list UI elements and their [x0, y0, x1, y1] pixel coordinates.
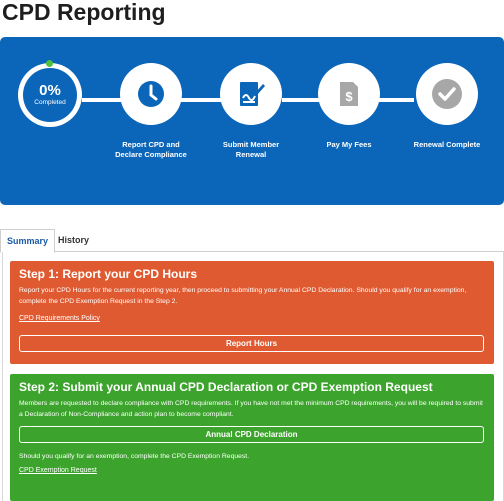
step1-title: Step 1: Report your CPD Hours — [19, 267, 198, 281]
step2-description: Members are requested to declare complia… — [19, 400, 483, 418]
annual-cpd-declaration-button[interactable]: Annual CPD Declaration — [19, 426, 484, 443]
cpd-requirements-policy-link[interactable]: CPD Requirements Policy — [19, 315, 100, 322]
step-submit-renewal[interactable]: Submit Member Renewal — [211, 63, 291, 160]
progress-tracker: 0% Completed Report CPD and Declare Comp… — [0, 37, 504, 205]
step1-description: Report your CPD Hours for the current re… — [19, 287, 467, 305]
step2-title: Step 2: Submit your Annual CPD Declarati… — [19, 380, 433, 394]
step-label: Report CPD and Declare Compliance — [115, 140, 187, 159]
tab-history[interactable]: History — [52, 229, 95, 251]
cpd-exemption-request-link[interactable]: CPD Exemption Request — [19, 467, 97, 474]
report-hours-button[interactable]: Report Hours — [19, 335, 484, 352]
step-label: Renewal Complete — [413, 140, 481, 149]
progress-indicator-dot — [46, 60, 53, 67]
step1-card: Step 1: Report your CPD Hours Report you… — [10, 261, 494, 364]
checkmark-icon — [432, 79, 462, 109]
step-report-cpd[interactable]: Report CPD and Declare Compliance — [111, 63, 191, 160]
clock-icon — [138, 81, 164, 107]
document-sign-icon — [240, 82, 265, 106]
step-renewal-complete[interactable]: Renewal Complete — [407, 63, 487, 150]
step2-card: Step 2: Submit your Annual CPD Declarati… — [10, 374, 494, 501]
tab-summary[interactable]: Summary — [0, 229, 56, 253]
progress-percent: 0% — [39, 82, 61, 99]
step-label: Submit Member Renewal — [222, 140, 280, 159]
progress-ring: 0% Completed — [18, 60, 82, 127]
step-label: Pay My Fees — [326, 140, 372, 149]
tab-bar: Summary History — [0, 229, 504, 253]
step2-exemption-note: Should you qualify for an exemption, com… — [19, 453, 250, 460]
progress-status: Completed — [34, 99, 66, 106]
page-title: CPD Reporting — [2, 0, 166, 25]
step-pay-fees[interactable]: $ Pay My Fees — [309, 63, 389, 150]
svg-text:$: $ — [345, 89, 353, 104]
invoice-dollar-icon: $ — [340, 82, 358, 106]
